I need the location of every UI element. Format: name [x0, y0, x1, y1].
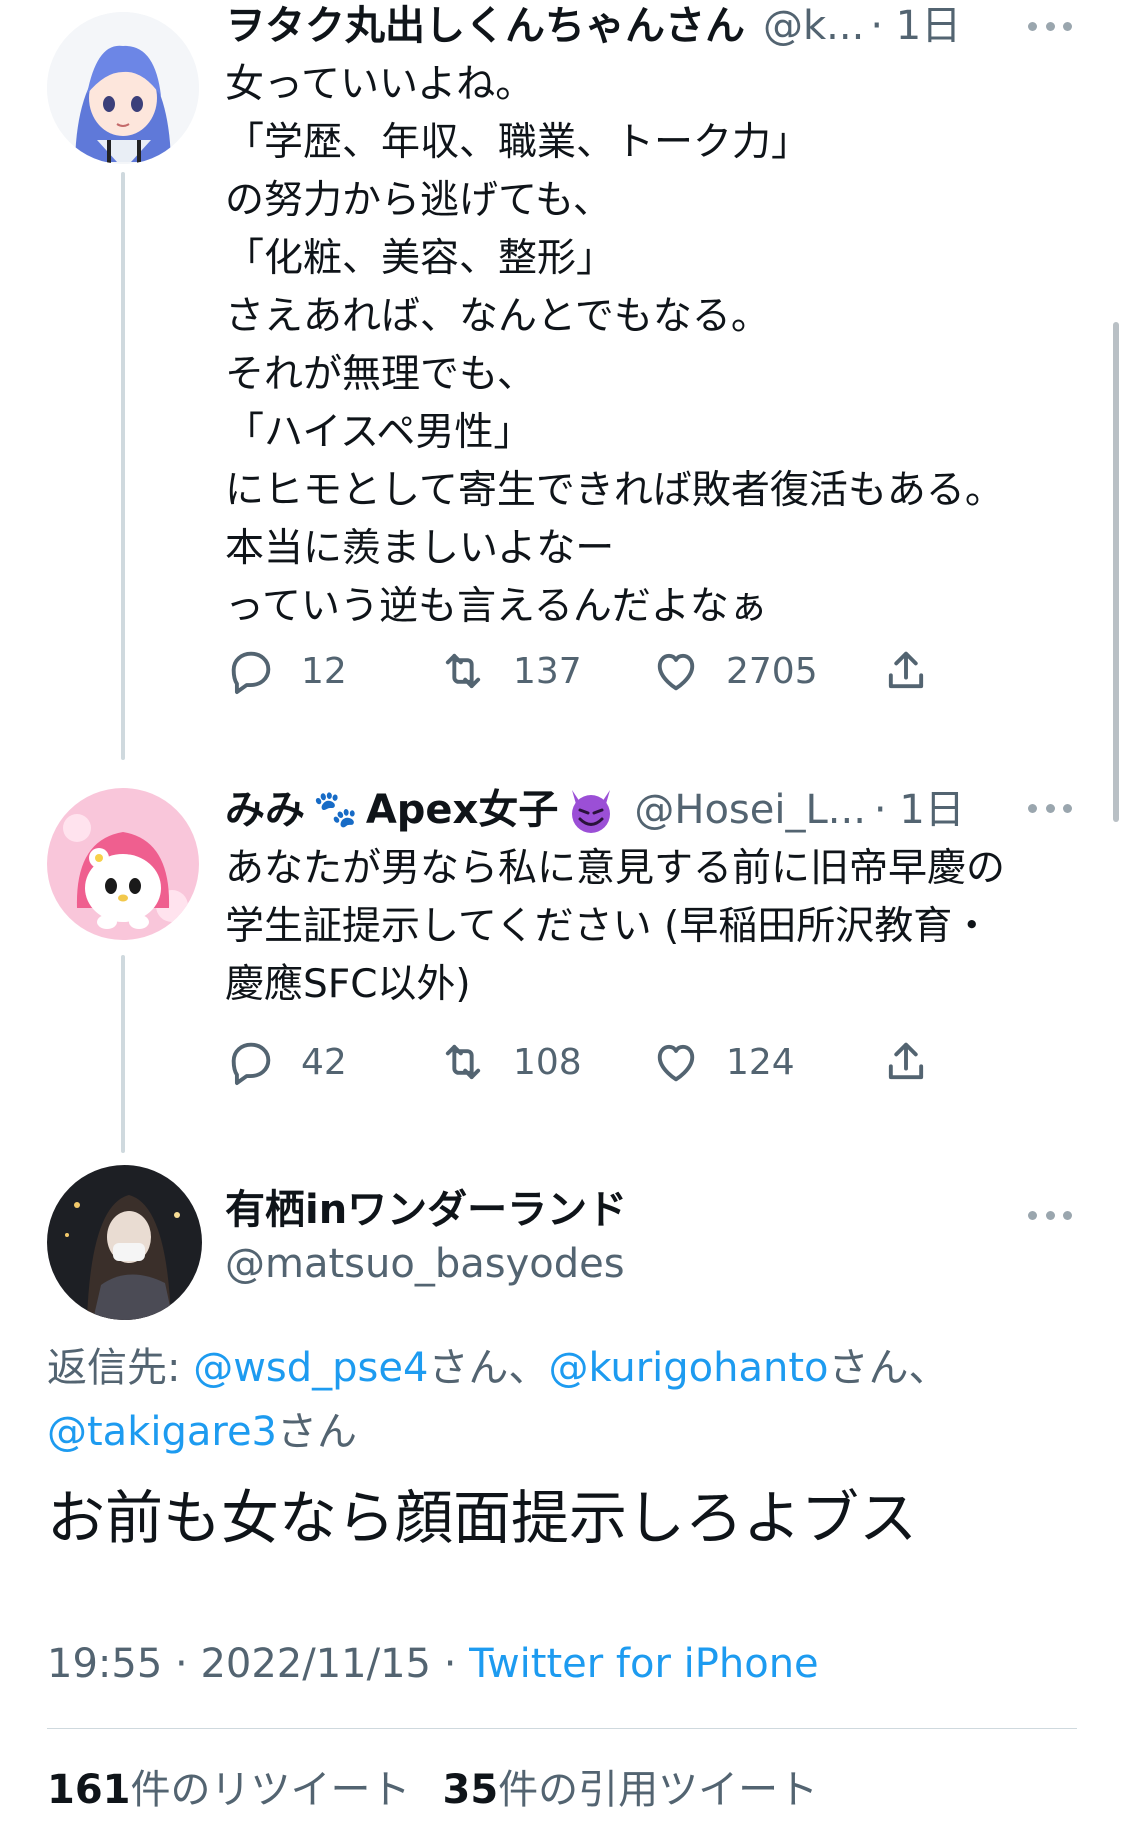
- devil-icon: [572, 790, 611, 833]
- tweet-text: 女っていいよね。 「学歴、年収、職業、トーク力」 の努力から逃げても、 「化粧、…: [225, 62, 1004, 629]
- tweet-date[interactable]: 2022/11/15: [200, 1641, 431, 1687]
- like-count: 124: [726, 1041, 795, 1083]
- honorific: さん、: [428, 1345, 549, 1391]
- reply-button[interactable]: 12: [225, 645, 347, 697]
- avatar[interactable]: [47, 12, 199, 164]
- tweet-source[interactable]: Twitter for iPhone: [469, 1641, 819, 1687]
- paw-emoji: 🐾: [313, 789, 358, 830]
- melody-avatar-image: [47, 788, 199, 940]
- more-icon[interactable]: [1028, 1211, 1072, 1223]
- more-icon[interactable]: [1028, 804, 1072, 816]
- reply-context: 返信先: @wsd_pse4さん、@kurigohantoさん、 @takiga…: [47, 1336, 1087, 1464]
- like-icon: [657, 1044, 695, 1082]
- retweet-count: 108: [513, 1041, 582, 1083]
- retweet-stat-label: 件のリツイート: [130, 1767, 411, 1813]
- author-name-suffix[interactable]: Apex女子: [366, 786, 559, 834]
- reply-prefix: 返信先:: [47, 1345, 181, 1391]
- honorific: さん: [277, 1409, 357, 1455]
- retweet-stat[interactable]: 161件のリツイート: [47, 1762, 411, 1818]
- author-handle[interactable]: @k...: [763, 2, 864, 50]
- share-icon: [888, 651, 924, 689]
- honorific: さん、: [828, 1345, 949, 1391]
- like-button[interactable]: 124: [650, 1036, 795, 1088]
- tweet-meta: 19:55 · 2022/11/15 · Twitter for iPhone: [47, 1636, 819, 1692]
- author-handle[interactable]: @matsuo_basyodes: [225, 1240, 627, 1288]
- author-name[interactable]: ヲタク丸出しくんちゃんさん: [225, 2, 745, 50]
- separator-dot: ·: [175, 1641, 188, 1687]
- share-icon: [888, 1042, 924, 1080]
- reply-button[interactable]: 42: [225, 1036, 347, 1088]
- author-name[interactable]: 有栖inワンダーランド: [225, 1186, 627, 1234]
- scrollbar[interactable]: [1113, 322, 1119, 822]
- more-icon[interactable]: [1028, 22, 1072, 34]
- quote-total: 35: [442, 1767, 499, 1813]
- like-icon: [657, 653, 695, 691]
- avatar[interactable]: [47, 788, 199, 940]
- like-button[interactable]: 2705: [650, 645, 818, 697]
- reply-icon: [231, 1042, 271, 1085]
- tweet-text: あなたが男なら私に意見する前に旧帝早慶の 学生証提示してください (早稲田所沢教…: [225, 846, 1006, 1007]
- retweet-icon: [445, 1044, 481, 1080]
- anime-avatar-image: [47, 12, 199, 164]
- reply-count: 42: [301, 1041, 347, 1083]
- retweet-count: 137: [513, 650, 582, 692]
- timestamp[interactable]: · 1日: [874, 786, 965, 834]
- retweet-total: 161: [47, 1767, 131, 1813]
- reply-icon: [231, 651, 271, 694]
- separator-dot: ·: [443, 1641, 457, 1687]
- reply-mention[interactable]: @takigare3: [47, 1409, 277, 1455]
- author-handle[interactable]: @Hosei_L...: [634, 786, 866, 834]
- quote-stat[interactable]: 35件の引用ツイート: [443, 1762, 819, 1818]
- thread-connector: [121, 172, 125, 760]
- share-button[interactable]: [880, 1036, 932, 1088]
- engagement-stats: 161件のリツイート 35件の引用ツイート: [47, 1762, 818, 1818]
- main-tweet-text: お前も女なら顔面提示しろよブス: [47, 1484, 918, 1552]
- reply-count: 12: [301, 650, 347, 692]
- devil-emoji: [566, 786, 616, 834]
- quote-stat-label: 件の引用ツイート: [498, 1767, 819, 1813]
- retweet-button[interactable]: 137: [437, 645, 582, 697]
- thread-connector: [121, 955, 125, 1153]
- share-button[interactable]: [880, 645, 932, 697]
- photo-avatar-image: [47, 1165, 202, 1320]
- timestamp[interactable]: · 1日: [870, 2, 961, 50]
- retweet-icon: [445, 653, 481, 689]
- retweet-button[interactable]: 108: [437, 1036, 582, 1088]
- like-count: 2705: [726, 650, 818, 692]
- tweet-time[interactable]: 19:55: [47, 1641, 162, 1687]
- reply-mention[interactable]: @kurigohanto: [548, 1345, 828, 1391]
- divider: [47, 1728, 1077, 1729]
- reply-mention[interactable]: @wsd_pse4: [193, 1345, 428, 1391]
- author-name-prefix[interactable]: みみ: [225, 786, 305, 834]
- avatar[interactable]: [47, 1165, 202, 1320]
